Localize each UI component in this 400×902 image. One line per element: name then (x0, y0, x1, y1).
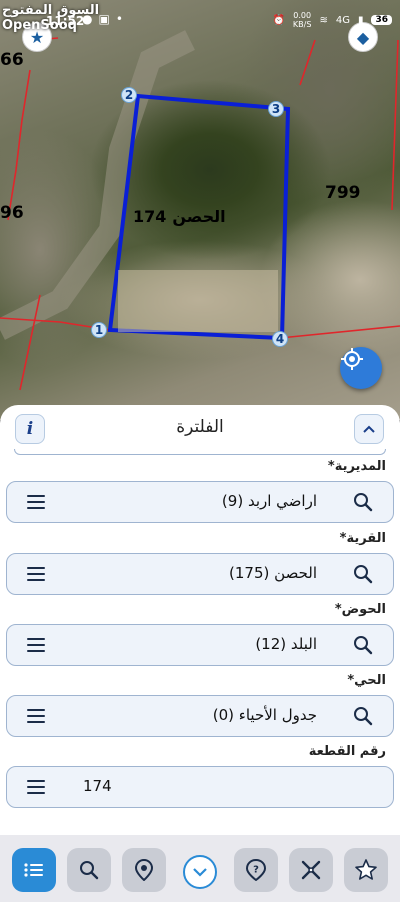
message-icon: ● (82, 12, 93, 26)
search-button[interactable] (67, 848, 111, 892)
expand-button[interactable] (183, 855, 217, 889)
neighborhood-value: جدول الأحياء (0) (212, 706, 317, 724)
star-icon (355, 859, 377, 880)
favorites-button[interactable] (344, 848, 388, 892)
help-button[interactable]: ? (234, 848, 278, 892)
status-bar: السوق المفتوح OpenSooq 11:52 ● ▣ • ⏰ 0.0… (0, 0, 400, 40)
menu-icon[interactable] (27, 709, 45, 723)
chevron-up-icon (363, 425, 375, 433)
search-icon[interactable] (353, 492, 373, 512)
menu-icon[interactable] (27, 495, 45, 509)
wifi-icon: ≋ (319, 14, 328, 26)
status-time: 11:52 (46, 14, 85, 28)
directorate-value: اراضي اربد (9) (221, 492, 317, 510)
bottom-toolbar: ? (0, 835, 400, 902)
building-roof (118, 270, 278, 332)
field-label-village: القرية* (339, 531, 386, 546)
location-pin-icon (134, 859, 154, 881)
field-label-basin: الحوض* (334, 602, 386, 617)
vertex-2-label: 2 (121, 87, 137, 103)
scroll-edge (14, 449, 386, 455)
signal-label: 4G (335, 14, 350, 26)
svg-text:?: ? (253, 865, 259, 876)
ruler-icon (301, 860, 321, 880)
search-icon (80, 861, 99, 880)
plot-village-name: الحصن (172, 207, 226, 226)
signal-icon: ▮ (357, 14, 364, 26)
collapse-button[interactable] (354, 414, 384, 444)
field-label-neighborhood: الحي* (347, 673, 386, 688)
system-icons: ⏰ 0.00 KB/S ≋ 4G ▮ 36 (272, 11, 392, 29)
directorate-select[interactable]: اراضي اربد (9) (6, 481, 394, 523)
field-label-plot-number: رقم القطعة (308, 744, 386, 759)
filter-panel-header: i الفلترة (0, 405, 400, 453)
map-view[interactable]: 1 2 3 4 174 الحصن 799 66 96 ★ ◆ (0, 0, 400, 420)
field-label-directorate: المديرية* (327, 459, 386, 474)
alarm-icon: ⏰ (272, 14, 285, 26)
village-select[interactable]: الحصن (175) (6, 553, 394, 595)
measure-button[interactable] (289, 848, 333, 892)
network-speed: 0.00 KB/S (293, 11, 312, 29)
neighbor-plot-left-top: 66 (0, 50, 24, 70)
chevron-down-icon (193, 867, 207, 877)
plot-number-value: 174 (83, 777, 112, 795)
panel-title: الفلترة (176, 417, 224, 437)
dot-icon: • (115, 12, 123, 26)
basin-select[interactable]: البلد (12) (6, 624, 394, 666)
neighborhood-select[interactable]: جدول الأحياء (0) (6, 695, 394, 737)
app-icon: ▣ (98, 12, 110, 26)
crosshair-icon (341, 348, 363, 370)
basin-value: البلد (12) (255, 635, 317, 653)
list-icon (24, 863, 43, 877)
neighbor-plot-left-mid: 96 (0, 203, 24, 223)
filter-panel: i الفلترة المديرية* اراضي اربد (9) القري… (0, 405, 400, 835)
village-value: الحصن (175) (229, 564, 317, 582)
location-pin-button[interactable] (122, 848, 166, 892)
vertex-4-label: 4 (272, 331, 288, 347)
menu-icon[interactable] (27, 567, 45, 581)
plot-number: 174 (133, 207, 167, 226)
locate-me-button[interactable] (340, 347, 382, 389)
search-icon[interactable] (353, 564, 373, 584)
network-speed-value: 0.00 (293, 11, 312, 20)
search-icon[interactable] (353, 635, 373, 655)
plot-label: 174 الحصن (133, 207, 226, 226)
battery-indicator: 36 (371, 15, 392, 25)
help-icon: ? (245, 859, 267, 881)
search-icon[interactable] (353, 706, 373, 726)
vertex-3-label: 3 (268, 101, 284, 117)
menu-icon[interactable] (27, 638, 45, 652)
network-speed-unit: KB/S (292, 20, 312, 29)
neighbor-plot-right: 799 (325, 183, 361, 203)
plot-number-input[interactable]: 174 (6, 766, 394, 808)
notification-icons: ● ▣ • (82, 12, 123, 26)
list-button[interactable] (12, 848, 56, 892)
menu-icon[interactable] (27, 780, 45, 794)
vertex-1-label: 1 (91, 322, 107, 338)
